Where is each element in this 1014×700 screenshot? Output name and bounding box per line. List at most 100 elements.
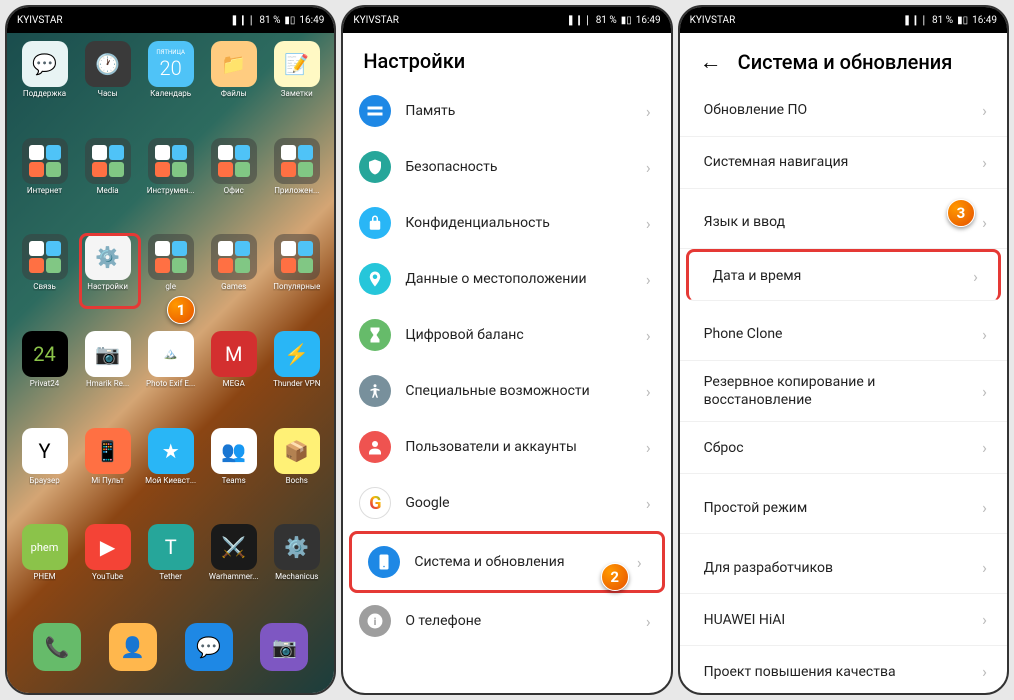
- settings-row-hour[interactable]: Цифровой баланс›: [343, 307, 670, 363]
- app-заметки[interactable]: 📝Заметки: [267, 41, 326, 132]
- app-hmarikre[interactable]: 📷Hmarik Re...: [78, 331, 137, 422]
- system-row[interactable]: Дата и время›: [686, 249, 1001, 301]
- chevron-right-icon: ›: [973, 267, 978, 286]
- app-файлы[interactable]: 📁Файлы: [204, 41, 263, 132]
- app-tether[interactable]: TTether: [141, 524, 200, 615]
- system-row[interactable]: Сброс›: [680, 422, 1007, 474]
- status-bar: KYIVSTAR ❚❙❘81 %▮▯16:49: [680, 7, 1007, 33]
- system-row[interactable]: Проект повышения качества›: [680, 646, 1007, 693]
- settings-list: Память›Безопасность›Конфиденциальность›Д…: [343, 83, 670, 693]
- app-label: gle: [165, 282, 176, 291]
- system-row[interactable]: Резервное копирование и восстановление ›: [680, 361, 1007, 422]
- app-label: Media: [97, 186, 119, 195]
- settings-row-lock[interactable]: Конфиденциальность›: [343, 195, 670, 251]
- phone-home: KYIVSTAR ❚❙❘ 81 % ▮▯ 16:49 💬Поддержка🕐Ча…: [5, 5, 336, 695]
- settings-row-pin[interactable]: Данные о местоположении›: [343, 251, 670, 307]
- app-label: Интернет: [27, 186, 62, 195]
- chevron-right-icon: ›: [646, 270, 651, 289]
- home-screen: 💬Поддержка🕐ЧасыПЯТНИЦА20Календарь📁Файлы📝…: [7, 33, 334, 693]
- app-мойкиевст[interactable]: ★Мой Киевст...: [141, 428, 200, 519]
- app-phem[interactable]: phemPHEM: [15, 524, 74, 615]
- system-row[interactable]: Для разработчиков›: [680, 542, 1007, 594]
- dock-app[interactable]: 📷: [260, 623, 308, 671]
- app-label: Настройки: [87, 282, 128, 291]
- row-label: Резервное копирование и восстановление: [704, 373, 969, 409]
- row-label: Google: [405, 494, 632, 512]
- app-офис[interactable]: Офис: [204, 138, 263, 229]
- app-настройки[interactable]: ⚙️Настройки: [78, 234, 137, 325]
- app-youtube[interactable]: ▶YouTube: [78, 524, 137, 615]
- phone-settings: KYIVSTAR ❚❙❘81 %▮▯16:49 Настройки Память…: [341, 5, 672, 695]
- app-photoexife[interactable]: 🏔️Photo Exif E...: [141, 331, 200, 422]
- chevron-right-icon: ›: [646, 438, 651, 457]
- app-популярные[interactable]: Популярные: [267, 234, 326, 325]
- app-браузер[interactable]: YБраузер: [15, 428, 74, 519]
- info-icon: i: [359, 605, 391, 637]
- app-thundervpn[interactable]: ⚡Thunder VPN: [267, 331, 326, 422]
- app-интернет[interactable]: Интернет: [15, 138, 74, 229]
- page-title: Система и обновления: [738, 50, 953, 74]
- app-miпульт[interactable]: 📱Mi Пульт: [78, 428, 137, 519]
- settings-row-info[interactable]: iО телефоне›: [343, 593, 670, 649]
- app-label: YouTube: [92, 572, 123, 581]
- chevron-right-icon: ›: [982, 610, 987, 629]
- app-mechanicus[interactable]: ⚙️Mechanicus: [267, 524, 326, 615]
- row-label: Обновление ПО: [704, 101, 969, 119]
- app-teams[interactable]: 👥Teams: [204, 428, 263, 519]
- row-label: Системная навигация: [704, 153, 969, 171]
- chevron-right-icon: ›: [982, 382, 987, 401]
- hour-icon: [359, 319, 391, 351]
- chevron-right-icon: ›: [982, 101, 987, 120]
- app-media[interactable]: Media: [78, 138, 137, 229]
- app-связь[interactable]: Связь: [15, 234, 74, 325]
- app-mega[interactable]: MMEGA: [204, 331, 263, 422]
- lock-icon: [359, 207, 391, 239]
- app-label: Warhammer...: [209, 572, 259, 581]
- back-icon[interactable]: ←: [700, 49, 722, 75]
- row-label: О телефоне: [405, 612, 632, 630]
- sys-icon: [368, 546, 400, 578]
- app-warhammer[interactable]: ⚔️Warhammer...: [204, 524, 263, 615]
- settings-row-acc[interactable]: Специальные возможности›: [343, 363, 670, 419]
- status-right: ❚❙❘ 81 % ▮▯ 16:49: [230, 15, 324, 26]
- system-row[interactable]: Системная навигация›: [680, 137, 1007, 189]
- settings-row-user[interactable]: Пользователи и аккаунты ›: [343, 419, 670, 475]
- system-row[interactable]: Простой режим›: [680, 482, 1007, 534]
- row-label: Конфиденциальность: [405, 214, 632, 232]
- app-bochs[interactable]: 📦Bochs: [267, 428, 326, 519]
- pin-icon: [359, 263, 391, 295]
- dock-app[interactable]: 👤: [109, 623, 157, 671]
- phone-system: KYIVSTAR ❚❙❘81 %▮▯16:49 ← Система и обно…: [678, 5, 1009, 695]
- row-label: Простой режим: [704, 499, 969, 517]
- app-label: Photo Exif E...: [146, 379, 195, 388]
- step-badge-3: 3: [947, 199, 975, 227]
- chevron-right-icon: ›: [982, 662, 987, 681]
- system-row[interactable]: Phone Clone›: [680, 309, 1007, 361]
- status-bar: KYIVSTAR ❚❙❘81 %▮▯16:49: [343, 7, 670, 33]
- app-поддержка[interactable]: 💬Поддержка: [15, 41, 74, 132]
- app-games[interactable]: Games: [204, 234, 263, 325]
- carrier-label: KYIVSTAR: [17, 15, 63, 26]
- row-label: Пользователи и аккаунты: [405, 438, 632, 456]
- user-icon: [359, 431, 391, 463]
- app-label: Файлы: [221, 89, 247, 98]
- system-row[interactable]: HUAWEI HiAI›: [680, 594, 1007, 646]
- chevron-right-icon: ›: [646, 326, 651, 345]
- settings-row-g[interactable]: GGoogle›: [343, 475, 670, 531]
- app-приложен[interactable]: Приложен...: [267, 138, 326, 229]
- app-календарь[interactable]: ПЯТНИЦА20Календарь: [141, 41, 200, 132]
- app-часы[interactable]: 🕐Часы: [78, 41, 137, 132]
- settings-row-shield[interactable]: Безопасность›: [343, 139, 670, 195]
- app-privat24[interactable]: 24Privat24: [15, 331, 74, 422]
- row-label: Для разработчиков: [704, 559, 969, 577]
- system-row[interactable]: Обновление ПО ›: [680, 85, 1007, 137]
- dock-app[interactable]: 📞: [33, 623, 81, 671]
- app-label: Games: [221, 282, 246, 291]
- app-инструмен[interactable]: Инструмен...: [141, 138, 200, 229]
- dock-app[interactable]: 💬: [185, 623, 233, 671]
- settings-row-storage[interactable]: Память›: [343, 83, 670, 139]
- chevron-right-icon: ›: [982, 438, 987, 457]
- chevron-right-icon: ›: [646, 382, 651, 401]
- row-label: Phone Clone: [704, 325, 969, 343]
- shield-icon: [359, 151, 391, 183]
